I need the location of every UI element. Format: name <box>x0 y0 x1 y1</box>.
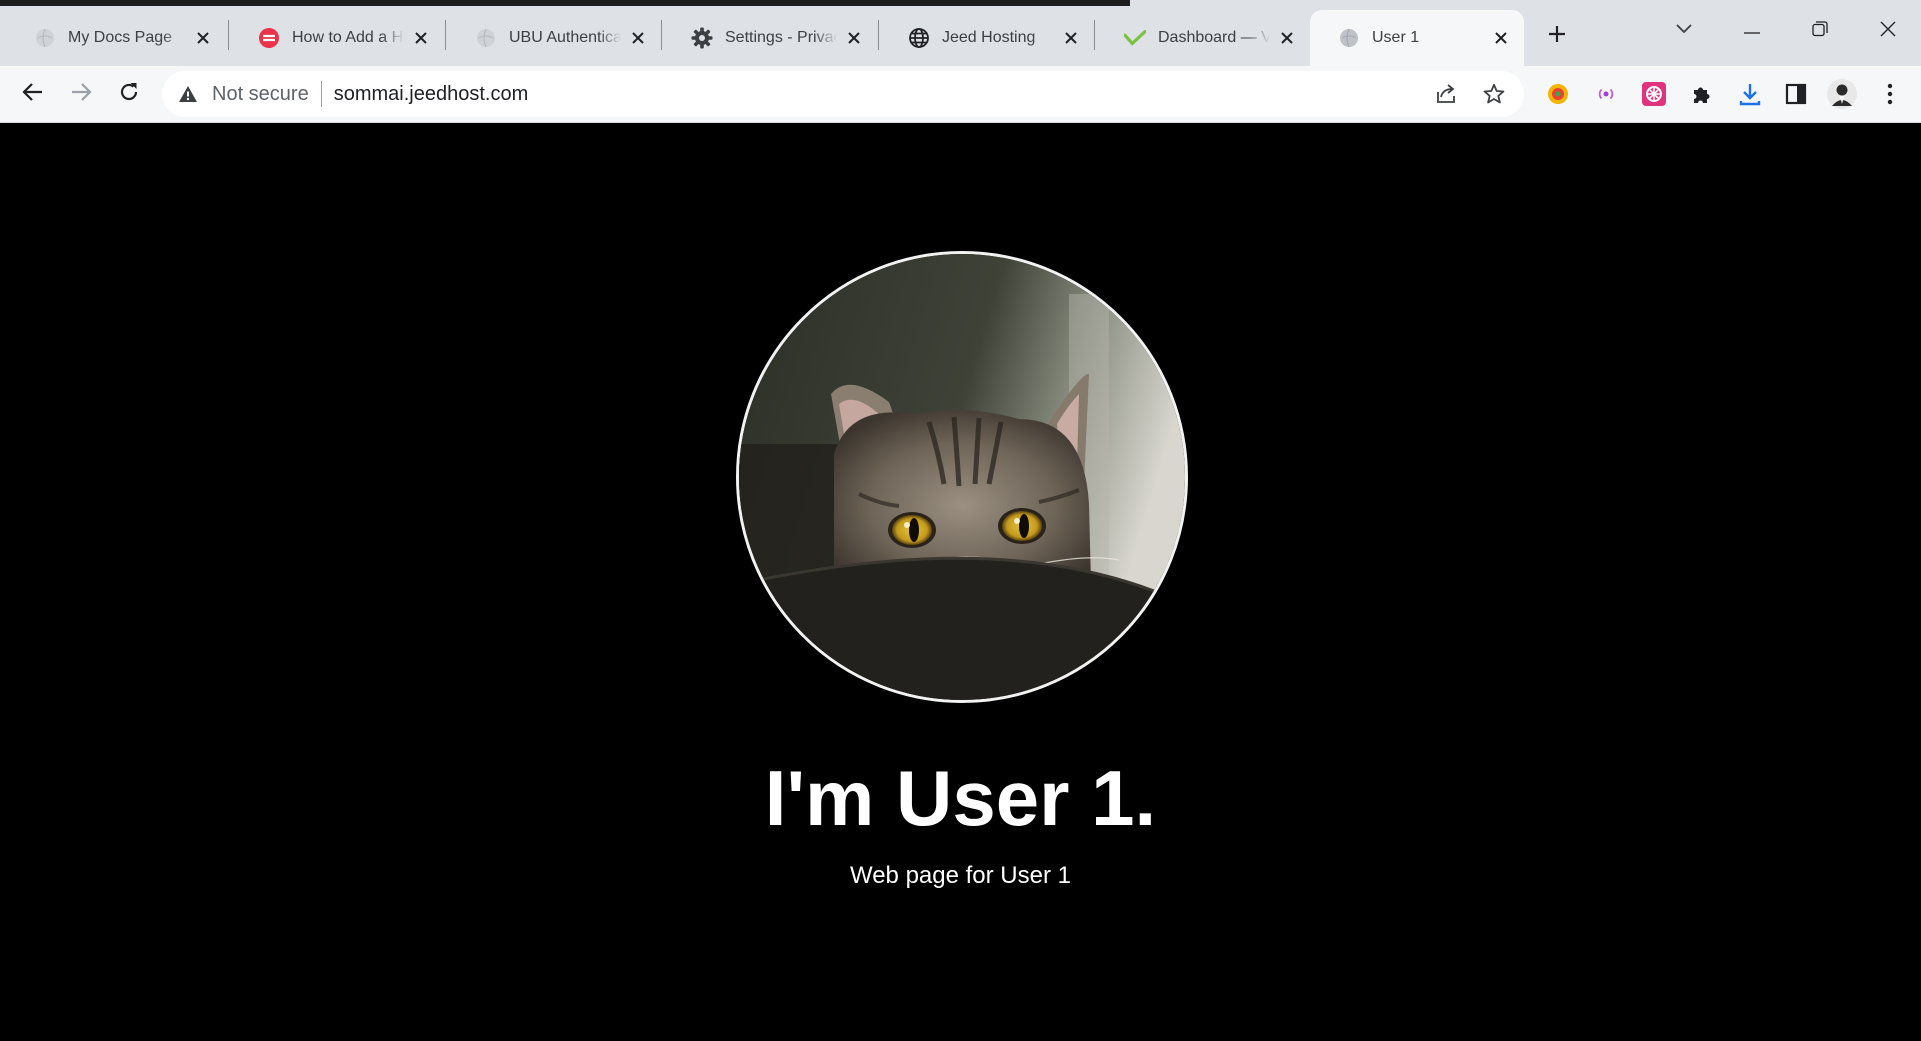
close-icon[interactable] <box>627 27 649 49</box>
tab-settings-privacy[interactable]: Settings - Privac <box>663 10 877 66</box>
tab-strip: My Docs Page How to Add a H UBU Authenti… <box>0 0 1921 66</box>
forward-button[interactable] <box>61 74 101 114</box>
share-icon[interactable] <box>1426 74 1466 114</box>
tab-jeed-hosting[interactable]: Jeed Hosting <box>880 10 1094 66</box>
tab-separator <box>445 20 446 50</box>
close-icon <box>1880 21 1896 42</box>
tab-separator <box>878 20 879 50</box>
kebab-menu-icon[interactable] <box>1870 74 1910 114</box>
browser-toolbar: Not secure sommai.jeedhost.com <box>0 66 1921 123</box>
tab-label: Jeed Hosting <box>942 29 1036 46</box>
extension-broadcast-icon[interactable] <box>1586 74 1626 114</box>
reload-icon <box>118 81 140 108</box>
tab-label: My Docs Page <box>68 29 173 46</box>
security-status-label[interactable]: Not secure <box>212 83 309 106</box>
plus-icon <box>1547 24 1567 49</box>
red-logo-icon <box>258 27 280 49</box>
globe-gray-icon <box>1338 27 1360 49</box>
profile-avatar[interactable] <box>1822 74 1862 114</box>
close-icon[interactable] <box>843 27 865 49</box>
tab-separator <box>228 20 229 50</box>
gear-icon <box>691 27 713 49</box>
tab-separator <box>1094 20 1095 50</box>
tab-label: Dashboard — V <box>1158 29 1270 46</box>
tab-my-docs-page[interactable]: My Docs Page <box>6 10 226 66</box>
tab-ubu-authentication[interactable]: UBU Authentica <box>447 10 661 66</box>
tab-label: UBU Authentica <box>509 29 621 46</box>
globe-icon <box>908 27 930 49</box>
back-button[interactable] <box>13 74 53 114</box>
warning-icon[interactable] <box>176 82 200 106</box>
close-icon[interactable] <box>1276 27 1298 49</box>
tab-user-1[interactable]: User 1 <box>1310 10 1524 66</box>
omnibox-divider <box>320 81 322 107</box>
tab-search-button[interactable] <box>1654 10 1714 52</box>
close-icon[interactable] <box>1060 27 1082 49</box>
tab-strip-top-edge <box>0 0 1130 6</box>
page-title: I'm User 1. <box>764 754 1157 842</box>
minimize-icon <box>1744 22 1760 40</box>
bookmark-star-icon[interactable] <box>1474 74 1514 114</box>
tab-separator <box>661 20 662 50</box>
reload-button[interactable] <box>109 74 149 114</box>
omnibox-actions <box>1426 74 1514 114</box>
globe-gray-icon <box>34 27 56 49</box>
close-icon[interactable] <box>410 27 432 49</box>
tab-label: Settings - Privac <box>725 29 837 46</box>
close-icon[interactable] <box>192 27 214 49</box>
arrow-left-icon <box>22 81 44 108</box>
tab-label: How to Add a H <box>292 29 404 46</box>
page-subtitle: Web page for User 1 <box>849 862 1071 889</box>
avatar <box>736 251 1188 703</box>
tab-how-to-add[interactable]: How to Add a H <box>230 10 444 66</box>
restore-icon <box>1812 20 1828 42</box>
url-text[interactable]: sommai.jeedhost.com <box>334 83 529 106</box>
tab-dashboard[interactable]: Dashboard — V <box>1096 10 1310 66</box>
close-window-button[interactable] <box>1858 10 1918 52</box>
extension-colorful-icon[interactable] <box>1538 74 1578 114</box>
extension-pink-icon[interactable] <box>1634 74 1674 114</box>
green-check-icon <box>1124 27 1146 49</box>
restore-button[interactable] <box>1790 10 1850 52</box>
globe-gray-icon <box>475 27 497 49</box>
tab-label: User 1 <box>1372 29 1420 46</box>
address-bar[interactable]: Not secure sommai.jeedhost.com <box>162 71 1524 117</box>
side-panel-icon[interactable] <box>1776 74 1816 114</box>
download-icon[interactable] <box>1730 74 1770 114</box>
extensions-puzzle-icon[interactable] <box>1682 74 1722 114</box>
cat-photo <box>739 254 1185 700</box>
arrow-right-icon <box>70 81 92 108</box>
browser-window: My Docs Page How to Add a H UBU Authenti… <box>0 0 1921 1041</box>
minimize-button[interactable] <box>1722 10 1782 52</box>
chevron-down-icon <box>1675 22 1693 40</box>
new-tab-button[interactable] <box>1537 16 1577 56</box>
page-content: I'm User 1. Web page for User 1 <box>0 123 1921 1041</box>
close-icon[interactable] <box>1490 27 1512 49</box>
